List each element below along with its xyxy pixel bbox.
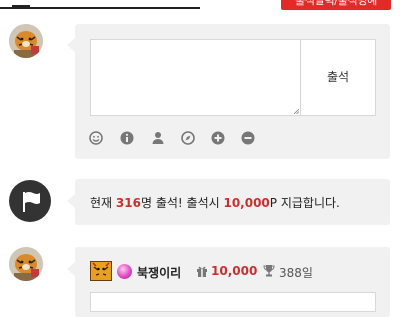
gift-icon: [197, 266, 207, 277]
gem-icon: [117, 264, 132, 279]
entry-content-box: [90, 292, 376, 312]
tiger-avatar-image: [9, 247, 43, 281]
header-underline: [0, 0, 200, 9]
entry-attendance-days: 388일: [279, 266, 313, 280]
header-mark: [12, 0, 30, 7]
entry-nickname[interactable]: 북쟁이리: [137, 264, 181, 281]
entry-card-arrow: [67, 262, 75, 276]
attendance-submit-button[interactable]: 출석: [300, 39, 376, 116]
avatar: [9, 24, 43, 58]
entry-points: 10,000: [211, 264, 258, 278]
smile-icon[interactable]: [88, 130, 104, 146]
compass-icon[interactable]: [180, 130, 196, 146]
tiger-avatar-image: [9, 24, 43, 58]
plus-circle-icon[interactable]: [210, 130, 226, 146]
attendance-notice: 현재 316명 출석! 출석시 10,000P 지급합니다.: [90, 194, 340, 211]
notice-mid: 명 출석! 출석시: [140, 196, 224, 210]
reward-points: 10,000: [223, 196, 270, 210]
attendance-comment-input[interactable]: [90, 39, 301, 116]
entry-avatar[interactable]: [9, 247, 43, 281]
attendee-count: 316: [115, 196, 141, 210]
minus-circle-icon[interactable]: [240, 130, 256, 146]
user-icon[interactable]: [150, 130, 166, 146]
trophy-icon: [263, 265, 275, 277]
info-icon[interactable]: [119, 130, 135, 146]
notice-suffix: P 지급합니다.: [269, 196, 340, 210]
notice-flag-badge: [9, 180, 51, 222]
level-badge-icon: [90, 261, 112, 281]
attendance-calendar-button[interactable]: 출석달력/출석명예: [281, 0, 391, 10]
notice-card-arrow: [67, 194, 75, 208]
resize-grip-icon[interactable]: [294, 109, 299, 114]
flag-icon: [23, 192, 40, 212]
compose-card-arrow: [67, 38, 75, 52]
notice-prefix: 현재: [90, 196, 116, 210]
